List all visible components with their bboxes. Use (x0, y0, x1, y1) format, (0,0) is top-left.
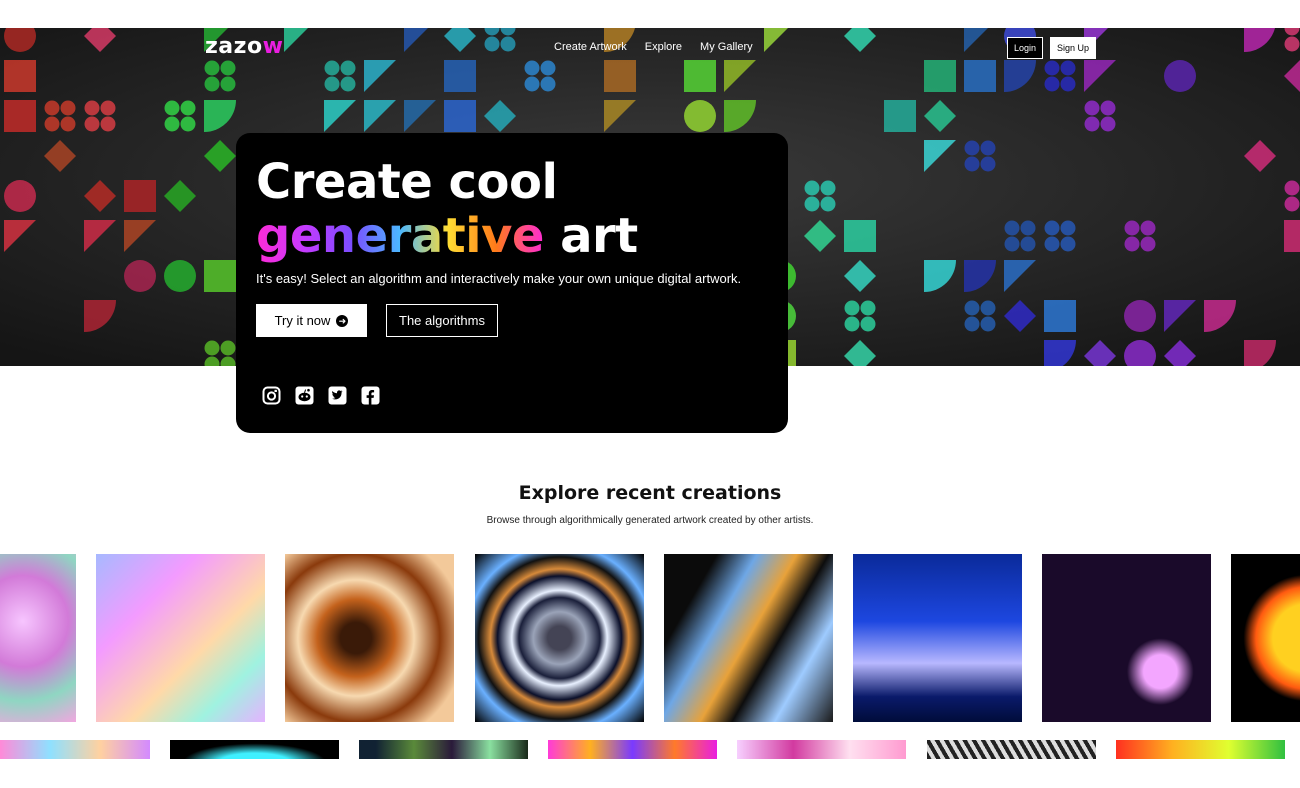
explore-title: Explore recent creations (518, 482, 782, 504)
artwork-thumbnail[interactable] (548, 740, 717, 759)
artwork-thumbnail[interactable] (664, 554, 833, 722)
main-nav: Create Artwork Explore My Gallery (554, 41, 753, 53)
hero-card: Create cool generative art It's easy! Se… (236, 133, 788, 433)
algorithms-button[interactable]: The algorithms (386, 304, 498, 337)
artwork-thumbnail[interactable] (927, 740, 1096, 759)
artwork-thumbnail[interactable] (1042, 554, 1211, 722)
artwork-thumbnail[interactable] (1231, 554, 1300, 722)
artwork-thumbnail[interactable] (475, 554, 644, 722)
artwork-thumbnail[interactable] (853, 554, 1022, 722)
artwork-thumbnail[interactable] (0, 554, 76, 722)
artwork-thumbnail[interactable] (170, 740, 339, 759)
hero-title-highlight: generative (256, 208, 544, 264)
artwork-thumbnail[interactable] (0, 740, 150, 759)
auth-buttons: Login Sign Up (1007, 37, 1097, 59)
artwork-thumbnail[interactable] (359, 740, 528, 759)
reddit-icon[interactable] (295, 386, 314, 405)
nav-explore[interactable]: Explore (645, 41, 682, 53)
hero-title: Create cool generative art (256, 154, 638, 264)
try-it-now-button[interactable]: Try it now ➜ (256, 304, 367, 337)
twitter-icon[interactable] (328, 386, 347, 405)
instagram-icon[interactable] (262, 386, 281, 405)
login-button[interactable]: Login (1007, 37, 1044, 59)
artwork-thumbnail[interactable] (1116, 740, 1285, 759)
facebook-icon[interactable] (361, 386, 380, 405)
nav-create-artwork[interactable]: Create Artwork (554, 41, 627, 53)
nav-my-gallery[interactable]: My Gallery (700, 41, 753, 53)
artwork-thumbnail[interactable] (737, 740, 906, 759)
signup-button[interactable]: Sign Up (1050, 37, 1097, 59)
artwork-thumbnail[interactable] (285, 554, 454, 722)
explore-subtitle: Browse through algorithmically generated… (486, 515, 814, 526)
hero-subtitle: It's easy! Select an algorithm and inter… (256, 271, 742, 286)
arrow-right-icon: ➜ (336, 314, 349, 327)
logo[interactable]: zazow (205, 34, 283, 59)
artwork-thumbnail[interactable] (96, 554, 265, 722)
social-links (262, 386, 380, 405)
